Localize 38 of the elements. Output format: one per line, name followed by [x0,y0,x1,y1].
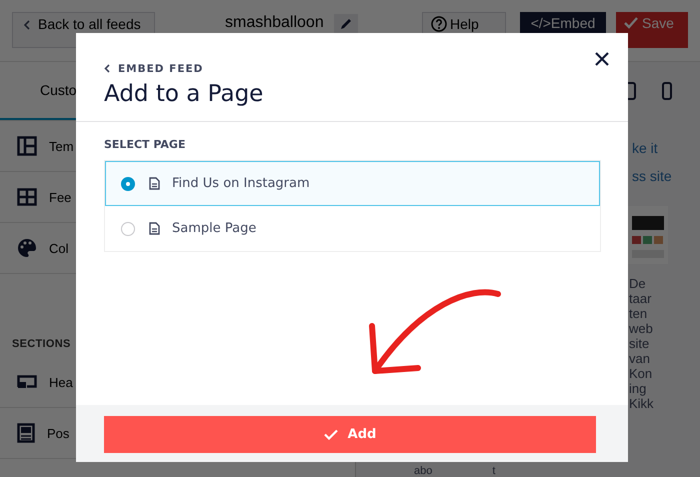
preview-link[interactable]: ss site [632,168,700,196]
layout-icon [17,136,37,156]
check-icon [324,429,338,440]
preview-text: web [629,321,654,336]
preview-text: De [629,276,647,291]
preview-text: ten [629,306,648,321]
header-icon [17,375,37,389]
post-icon [17,423,35,443]
save-button[interactable]: Save [616,12,688,48]
document-icon [149,222,160,235]
grid-icon [17,188,37,206]
feed-name: smashballoon [225,14,324,32]
field-label: SELECT PAGE [104,138,186,151]
chevron-left-icon [104,64,110,73]
preview-text: Kikk [629,396,655,411]
document-icon [149,177,160,190]
help-icon [431,16,447,32]
page-option[interactable]: Find Us on Instagram [105,161,600,206]
embed-feed-link[interactable]: EMBED FEED [104,62,204,74]
preview-text: abo [414,465,432,477]
section-heading: SECTIONS [11,337,72,352]
palette-icon [17,238,37,258]
preview-text: taar [629,291,652,306]
chevron-left-icon [23,20,30,30]
preview-link[interactable]: ke it [632,140,700,168]
preview-text: site [629,336,650,351]
radio-button[interactable] [121,176,135,190]
page-option[interactable]: Sample Page [105,206,600,251]
add-button[interactable]: Add [104,416,596,453]
preview-text: ing [629,381,648,396]
modal-title: Add to a Page [104,81,264,107]
radio-button[interactable] [121,222,135,236]
preview-text: t [492,465,496,477]
check-icon [624,17,638,29]
pencil-icon [338,17,353,31]
phone-icon [662,82,672,100]
preview-text: Kon [629,366,654,381]
preview-text: van [629,351,651,366]
